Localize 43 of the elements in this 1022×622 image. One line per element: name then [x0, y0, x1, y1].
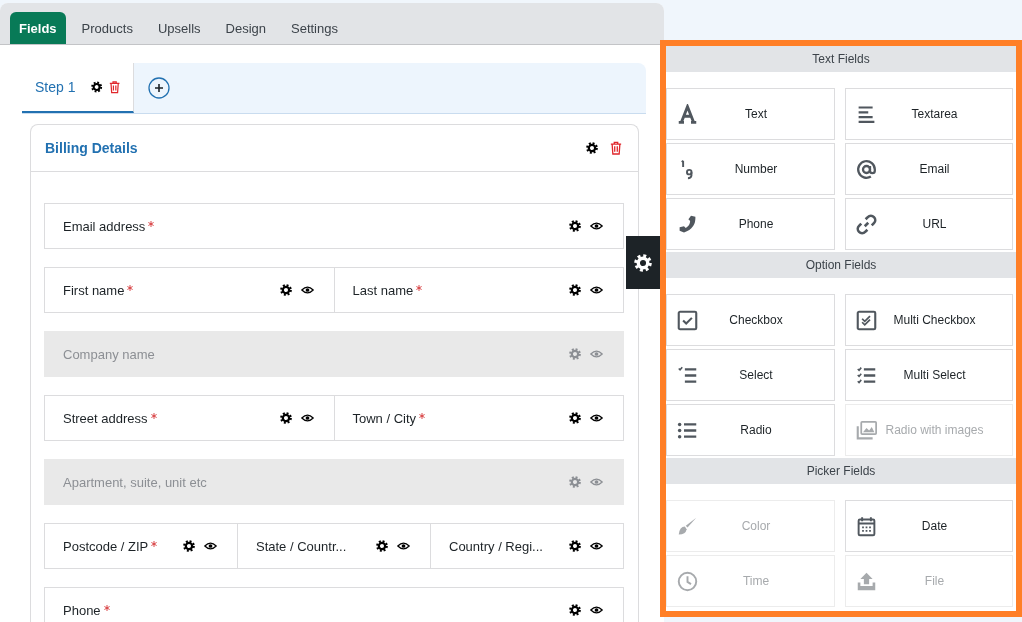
- field-type-button[interactable]: Checkbox: [666, 294, 835, 346]
- field-label: Phone: [63, 602, 101, 618]
- group-header: Option Fields: [666, 252, 1016, 278]
- field-type-button[interactable]: Email: [845, 143, 1013, 195]
- form-field-row[interactable]: Town / City: [333, 395, 624, 441]
- field-type-button[interactable]: Phone: [666, 198, 835, 250]
- field-type-button[interactable]: Date: [845, 500, 1013, 552]
- field-label: Country / Regi...: [449, 538, 543, 554]
- step-tab[interactable]: Step 1: [22, 63, 134, 113]
- nav-tab[interactable]: Settings: [282, 12, 347, 44]
- field-type-button[interactable]: Radio: [666, 404, 835, 456]
- field-type-button[interactable]: Multi Checkbox: [845, 294, 1013, 346]
- field-type-button[interactable]: Text: [666, 88, 835, 140]
- field-type-button[interactable]: Select: [666, 349, 835, 401]
- form-field-row[interactable]: Phone: [44, 587, 624, 622]
- nav-tab[interactable]: Fields: [10, 12, 66, 44]
- form-field-row[interactable]: Last name: [333, 267, 624, 313]
- field-label: First name: [63, 282, 125, 298]
- nav-tab[interactable]: Upsells: [148, 12, 210, 44]
- section-title: Billing Details: [45, 140, 139, 156]
- group-header: Text Fields: [666, 46, 1016, 72]
- field-label: Email address: [63, 218, 146, 234]
- form-field-row[interactable]: First name: [44, 267, 335, 313]
- form-field-row[interactable]: Postcode / ZIP: [44, 523, 238, 569]
- field-type-button[interactable]: Textarea: [845, 88, 1013, 140]
- form-field-row[interactable]: State / Countr...: [237, 523, 431, 569]
- form-field-row[interactable]: Email address: [44, 203, 624, 249]
- form-field-row[interactable]: Country / Regi...: [430, 523, 624, 569]
- field-label: Company name: [63, 346, 155, 362]
- field-type-button[interactable]: Number: [666, 143, 835, 195]
- field-type-button[interactable]: URL: [845, 198, 1013, 250]
- field-label: Last name: [352, 282, 414, 298]
- step-label: Step 1: [35, 79, 76, 95]
- field-label: Postcode / ZIP: [63, 538, 149, 554]
- field-label: Street address: [63, 410, 148, 426]
- field-type-button[interactable]: Multi Select: [845, 349, 1013, 401]
- field-label: State / Countr...: [256, 538, 347, 554]
- nav-tab[interactable]: Products: [72, 12, 142, 44]
- field-label: Apartment, suite, unit etc: [63, 474, 207, 490]
- form-field-row[interactable]: Street address: [44, 395, 335, 441]
- nav-tab[interactable]: Design: [216, 12, 275, 44]
- group-header: Picker Fields: [666, 458, 1016, 484]
- field-label: Town / City: [352, 410, 417, 426]
